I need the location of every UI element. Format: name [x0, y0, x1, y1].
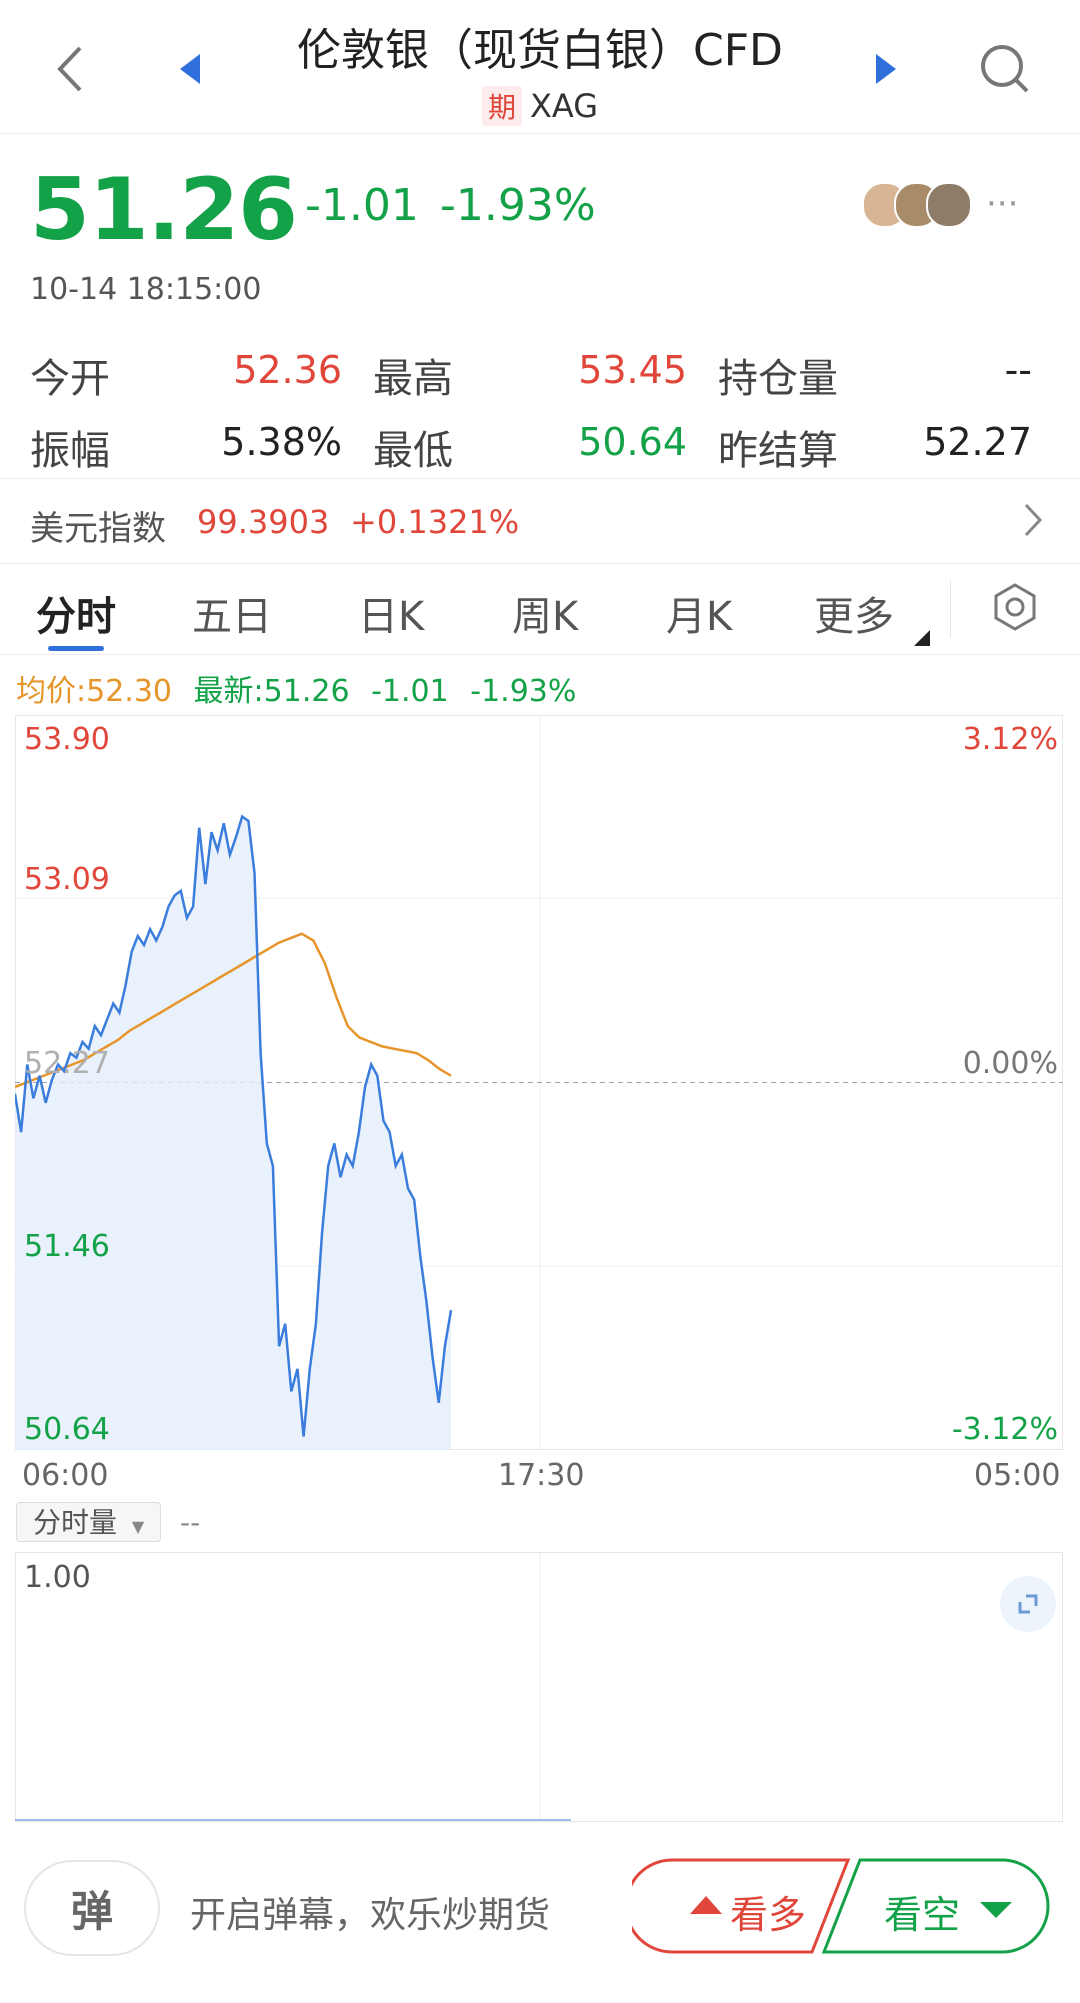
high-value: 53.45 [578, 348, 687, 392]
chevron-right-icon [1024, 503, 1043, 537]
active-tab-indicator [48, 646, 104, 651]
tab-more[interactable]: 更多 [814, 584, 894, 642]
symbol-code: XAG [529, 87, 599, 125]
y-tick-pct-low: -3.12% [951, 1412, 1058, 1447]
prev-settle-value: 52.27 [923, 420, 1032, 464]
futures-badge: 期 [481, 86, 522, 126]
usd-index-row[interactable]: 美元指数 99.3903 +0.1321% [0, 478, 1080, 564]
y-tick-high: 53.90 [24, 722, 110, 757]
legend-pct: -1.93% [470, 674, 577, 709]
next-instrument-icon[interactable] [872, 52, 898, 86]
open-label: 今开 [30, 356, 110, 402]
usd-index-change: +0.1321% [350, 503, 520, 541]
danmu-toggle-button[interactable]: 弹 [24, 1860, 160, 1956]
search-icon[interactable] [978, 42, 1032, 96]
expand-icon [1018, 1594, 1038, 1614]
y-tick-upper: 53.09 [24, 862, 110, 897]
legend-avg: 均价:52.30 [16, 674, 172, 709]
usd-index-value: 99.3903 [197, 503, 330, 541]
avatar [926, 182, 972, 228]
settings-icon[interactable] [990, 582, 1040, 632]
amplitude-value: 5.38% [221, 420, 342, 464]
tab-monthly-k[interactable]: 月K [666, 584, 732, 642]
price-change-percent: -1.93% [440, 180, 596, 231]
open-interest-value: -- [1004, 348, 1032, 392]
page-title: 伦敦银（现货白银）CFD [297, 25, 783, 76]
volume-chart [15, 1552, 1063, 1822]
price-chart[interactable] [15, 715, 1063, 1450]
bearish-label: 看空 [884, 1893, 961, 1937]
prev-settle-label: 昨结算 [718, 428, 838, 474]
caret-down-icon: ▼ [131, 1517, 145, 1536]
tab-daily-k[interactable]: 日K [358, 584, 424, 642]
period-tabs: 分时 五日 日K 周K 月K 更多 [0, 562, 1080, 655]
volume-value: -- [180, 1506, 201, 1539]
y-tick-low: 50.64 [24, 1412, 110, 1447]
tab-intraday[interactable]: 分时 [36, 584, 116, 642]
tab-five-day[interactable]: 五日 [192, 584, 272, 642]
chart-legend: 均价:52.30 最新:51.26 -1.01 -1.93% [16, 666, 576, 710]
bottom-action-bar: 弹 开启弹幕，欢乐炒期货 看多 看空 [0, 1820, 1080, 2003]
last-price: 51.26 [30, 160, 298, 260]
price-area-fill [15, 816, 451, 1450]
bullish-label: 看多 [730, 1893, 807, 1937]
discussion-avatars[interactable] [862, 182, 972, 228]
usd-index-label: 美元指数 [30, 509, 166, 549]
tab-weekly-k[interactable]: 周K [512, 584, 578, 642]
volume-type-label: 分时量 [33, 1506, 118, 1539]
legend-latest: 最新:51.26 [193, 674, 350, 709]
volume-type-select[interactable]: 分时量 ▼ [16, 1502, 161, 1542]
low-label: 最低 [373, 428, 453, 474]
x-tick-mid: 17:30 [498, 1458, 585, 1493]
y-tick-lower: 51.46 [24, 1229, 110, 1264]
amplitude-label: 振幅 [30, 428, 110, 474]
danmu-input-hint[interactable]: 开启弹幕，欢乐炒期货 [190, 1886, 550, 1938]
open-value: 52.36 [233, 348, 342, 392]
x-tick-end: 05:00 [974, 1458, 1061, 1493]
low-value: 50.64 [578, 420, 687, 464]
y-tick-pct-high: 3.12% [962, 722, 1058, 757]
top-bar: 伦敦银（现货白银）CFD 期 XAG [0, 0, 1080, 134]
price-change: -1.01 [305, 180, 419, 231]
trade-buttons [632, 1858, 1050, 1954]
tab-divider [950, 580, 951, 638]
expand-chart-button[interactable] [1000, 1576, 1056, 1632]
x-tick-start: 06:00 [22, 1458, 109, 1493]
dropdown-corner-icon [914, 630, 930, 646]
open-interest-label: 持仓量 [718, 356, 838, 402]
instrument-symbol: 期 XAG [0, 86, 1080, 126]
legend-change: -1.01 [371, 674, 449, 709]
y-tick-pct-zero: 0.00% [962, 1046, 1058, 1081]
volume-y-tick: 1.00 [24, 1560, 91, 1595]
more-icon[interactable]: ··· [986, 184, 1018, 224]
danmu-icon: 弹 [70, 1886, 113, 1936]
quote-timestamp: 10-14 18:15:00 [30, 272, 262, 307]
high-label: 最高 [373, 356, 453, 402]
y-tick-baseline: 52.27 [24, 1046, 110, 1081]
